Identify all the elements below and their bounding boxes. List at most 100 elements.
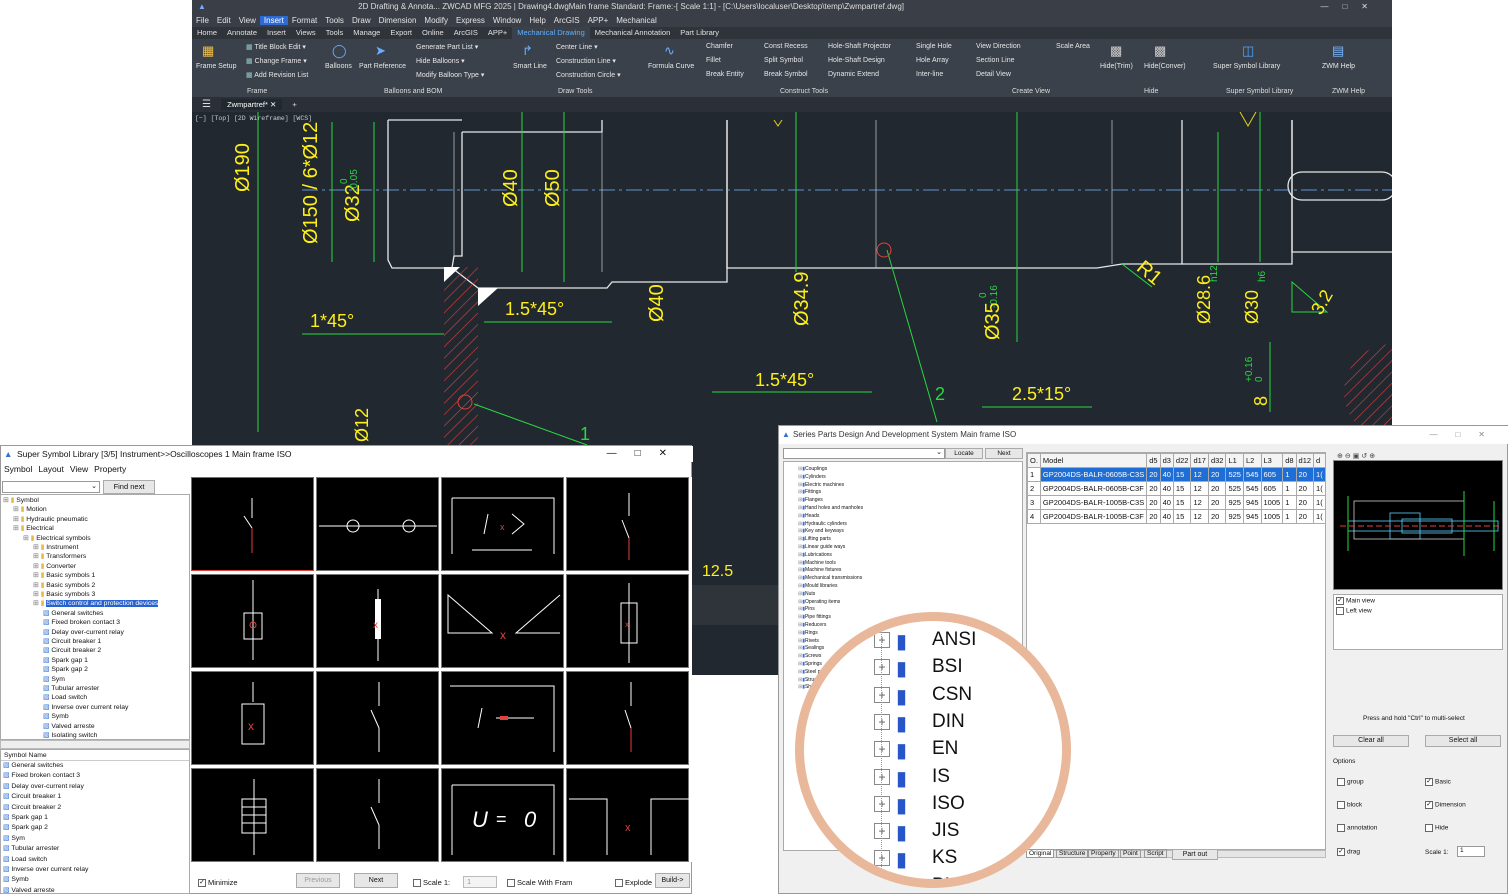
spds-search-input[interactable]: ⌄ (783, 448, 945, 459)
symbol-tile[interactable]: x (191, 671, 314, 765)
chamfer-button[interactable]: Chamfer (706, 43, 733, 50)
column-header[interactable]: d17 (1190, 453, 1209, 468)
parts-tree-node[interactable]: ⊞▮Reducers (798, 622, 826, 628)
symbol-tile[interactable] (191, 574, 314, 668)
column-header[interactable]: d5 (1146, 453, 1161, 468)
menu-edit[interactable]: Edit (213, 16, 235, 25)
menu-app[interactable]: APP+ (584, 16, 613, 25)
symbol-tile[interactable]: x (316, 574, 439, 668)
super-symbol-library-button[interactable]: Super Symbol Library (1213, 63, 1280, 70)
table-row[interactable]: 4 GP2004DS-BALR-1005B-C3F 20 40 15 12 20 925 945… (1027, 509, 1325, 524)
dim-d190[interactable]: Ø190 (232, 143, 255, 192)
symbol-tile[interactable] (191, 477, 314, 571)
tree-node[interactable]: ▧ Inverse over current relay (43, 703, 128, 711)
symbol-tile[interactable]: x (441, 574, 564, 668)
symbol-tile[interactable]: x (441, 477, 564, 571)
tree-node[interactable]: ⊞ ▮ Instrument (33, 543, 78, 551)
expand-icon[interactable]: + (874, 795, 890, 812)
parts-tree-node[interactable]: ⊞▮Pins (798, 606, 815, 612)
balloon-1[interactable]: 1 (580, 424, 590, 445)
menu-file[interactable]: File (192, 16, 213, 25)
tree-node[interactable]: ⊞ ▮ Transformers (33, 552, 86, 560)
parts-tree-node[interactable]: ⊞▮Nuts (798, 591, 815, 597)
menu-window[interactable]: Window (489, 16, 525, 25)
symbol-list-item[interactable]: ▧ Spark gap 2 (1, 823, 189, 833)
tree-node[interactable]: ▧ Isolating switch (43, 731, 97, 739)
change-frame-button[interactable]: ▦ Change Frame ▾ (246, 57, 307, 65)
hole-shaft-design-button[interactable]: Hole-Shaft Design (828, 57, 885, 64)
ssl-menu-view[interactable]: View (67, 464, 91, 474)
expand-icon[interactable]: ⊞ (33, 553, 39, 560)
document-tab[interactable]: Zwmpartref* ✕ (221, 99, 283, 110)
symbol-tile[interactable] (566, 477, 689, 571)
parts-tree-node[interactable]: ⊞▮Pipe fittings (798, 614, 831, 620)
column-header[interactable]: Model (1039, 453, 1148, 468)
frame-setup-button[interactable]: Frame Setup (196, 63, 236, 70)
parts-tree-node[interactable]: ⊞▮Sealings (798, 645, 824, 651)
title-block-edit-button[interactable]: ▦ Title Block Edit ▾ (246, 43, 306, 51)
symbol-list-item[interactable]: ▧ Delay over-current relay (1, 782, 189, 792)
tree-node[interactable]: ▧ Symb (43, 712, 69, 720)
symbol-list-item[interactable]: ▧ Inverse over current relay (1, 865, 189, 875)
tab-views[interactable]: Views (291, 27, 321, 39)
tree-node[interactable]: ⊞ ▮ Electrical symbols (23, 534, 91, 542)
parts-tree-node[interactable]: ⊞▮Electric machines (798, 482, 844, 488)
const-recess-button[interactable]: Const Recess (764, 43, 808, 50)
symbol-tile[interactable] (441, 671, 564, 765)
dim-chamfer-1[interactable]: 1*45° (310, 311, 354, 332)
symbol-tile[interactable] (316, 671, 439, 765)
symbol-tile[interactable] (191, 768, 314, 862)
scale-select[interactable]: 1 (463, 876, 497, 888)
parts-tree-node[interactable]: ⊞▮Flanges (798, 497, 823, 503)
expand-icon[interactable]: + (874, 823, 890, 840)
dim-chamfer-3[interactable]: 1.5*45° (755, 370, 814, 391)
ssl-menu-layout[interactable]: Layout (35, 464, 67, 474)
expand-icon[interactable]: + (874, 632, 890, 648)
spds-preview[interactable] (1333, 460, 1503, 590)
tab-structure[interactable]: Structure (1056, 849, 1089, 858)
expand-icon[interactable]: + (874, 659, 890, 676)
dim-d40[interactable]: Ø40 (500, 169, 523, 207)
column-header[interactable]: L3 (1260, 453, 1284, 468)
menu-help[interactable]: Help (525, 16, 549, 25)
menu-modify[interactable]: Modify (420, 16, 452, 25)
hide-trim-button[interactable]: Hide(Trim) (1100, 63, 1133, 70)
parts-tree-node[interactable]: ⊞▮Screws (798, 653, 821, 659)
tab-manage[interactable]: Manage (348, 27, 385, 39)
dim-chamfer-2[interactable]: 1.5*45° (505, 299, 564, 320)
dim-8[interactable]: 8 (1251, 396, 1272, 406)
inter-line-button[interactable]: Inter-line (916, 71, 943, 78)
symbol-list-item[interactable]: ▧ Tubular arrester (1, 844, 189, 854)
menu-arcgis[interactable]: ArcGIS (550, 16, 584, 25)
symbol-list-item[interactable]: ▧ Symb (1, 875, 189, 885)
symbol-list-item[interactable]: ▧ Circuit breaker 1 (1, 792, 189, 802)
formula-curve-button[interactable]: Formula Curve (648, 63, 694, 70)
column-header[interactable]: L1 (1225, 453, 1244, 468)
modify-balloon-type-button[interactable]: Modify Balloon Type ▾ (416, 71, 484, 79)
symbol-tile[interactable] (566, 671, 689, 765)
dim-d150[interactable]: Ø150 / 6*Ø12 (300, 122, 323, 244)
break-entity-button[interactable]: Break Entity (706, 71, 744, 78)
balloon-2[interactable]: 2 (935, 384, 945, 405)
scale-area-button[interactable]: Scale Area (1056, 43, 1090, 50)
locate-button[interactable]: Locate (945, 448, 983, 459)
column-header[interactable]: d8 (1282, 453, 1297, 468)
hamburger-icon[interactable]: ☰ (202, 99, 211, 110)
menu-mechanical[interactable]: Mechanical (612, 16, 660, 25)
tree-node[interactable]: ⊞ ▮ Basic symbols 3 (33, 590, 95, 598)
tree-node[interactable]: ⊞ ▮ Converter (33, 562, 76, 570)
scale-checkbox[interactable]: Scale 1: (413, 878, 450, 888)
scale-with-frame-checkbox[interactable]: Scale With Fram (507, 878, 572, 888)
tree-node[interactable]: ▧ Circuit breaker 1 (43, 637, 101, 645)
add-revision-list-button[interactable]: ▦ Add Revision List (246, 71, 308, 79)
tab-point[interactable]: Point (1120, 849, 1141, 858)
fillet-button[interactable]: Fillet (706, 57, 721, 64)
close-icon[interactable]: ✕ (270, 100, 276, 109)
generate-part-list-button[interactable]: Generate Part List ▾ (416, 43, 478, 51)
view-direction-button[interactable]: View Direction (976, 43, 1021, 50)
next-button[interactable]: Next (354, 873, 398, 888)
expand-icon[interactable]: ⊞ (33, 544, 39, 551)
symbol-list-item[interactable]: ▧ Sym (1, 834, 189, 844)
tab-online[interactable]: Online (417, 27, 449, 39)
spds-window-controls[interactable]: —□✕ (1429, 426, 1503, 444)
